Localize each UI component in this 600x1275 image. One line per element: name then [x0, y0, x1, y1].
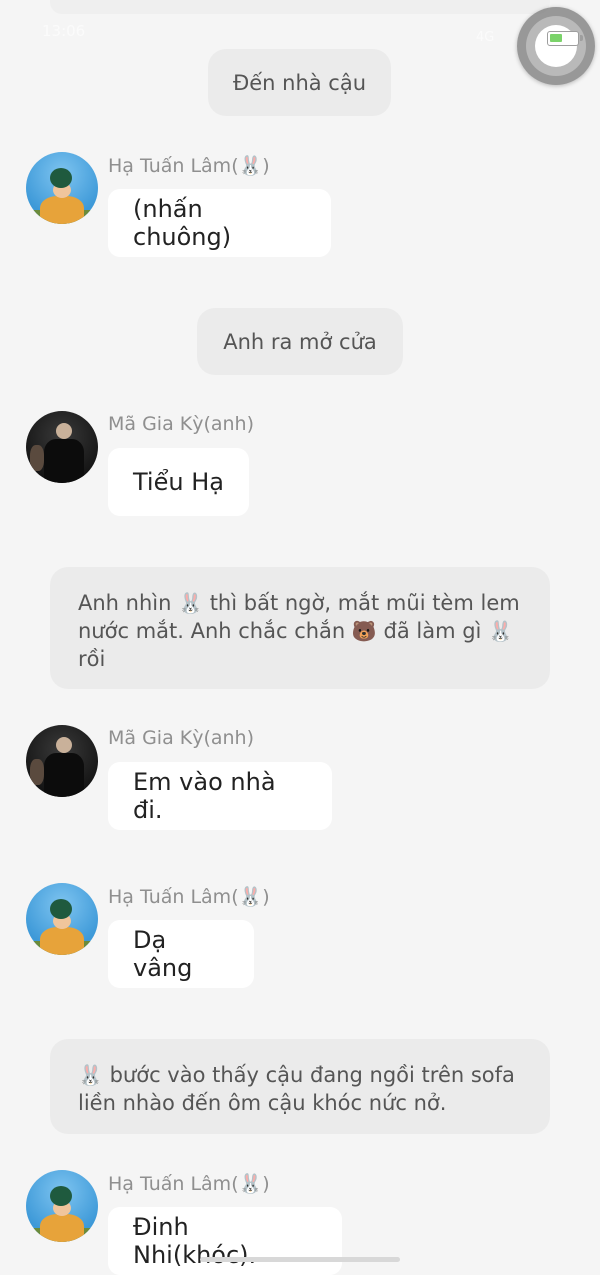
narration-card: 🐰 bước vào thấy cậu đang ngồi trên sofa …: [50, 1039, 550, 1134]
message-text: Tiểu Hạ: [133, 468, 224, 496]
message-bubble: Em vào nhà đi.: [108, 762, 332, 830]
chat-message: Hạ Tuấn Lâm(🐰) Dạ vâng: [0, 883, 600, 993]
bunny-icon: 🐰: [178, 591, 204, 615]
narration-line: nước mắt. Anh chắc chắn 🐻 đã làm gì 🐰: [78, 619, 513, 643]
narration-card: Đến nhà cậu: [208, 49, 391, 116]
sender-name: Mã Gia Kỳ(anh): [108, 727, 255, 749]
bunny-icon: 🐰: [488, 619, 513, 643]
avatar[interactable]: [26, 411, 98, 483]
narration-card: Anh nhìn 🐰 thì bất ngờ, mắt mũi tèm lem …: [50, 567, 550, 689]
chat-message: Mã Gia Kỳ(anh) Tiểu Hạ: [0, 411, 600, 521]
message-text: (nhấn chuông): [133, 195, 232, 251]
message-bubble: Dạ vâng: [108, 920, 254, 988]
message-bubble: Tiểu Hạ: [108, 448, 249, 516]
bear-icon: 🐻: [351, 619, 377, 643]
status-signal: 4G: [476, 30, 495, 45]
narration-card: Anh ra mở cửa: [197, 308, 403, 375]
battery-icon: [547, 31, 583, 46]
avatar[interactable]: [26, 725, 98, 797]
narration-text: Anh ra mở cửa: [223, 329, 377, 354]
narration-line: rồi: [78, 647, 106, 671]
bunny-icon: 🐰: [238, 155, 263, 177]
avatar[interactable]: [26, 152, 98, 224]
status-time: 13:06: [42, 22, 86, 40]
chat-message: Hạ Tuấn Lâm(🐰) Đinh Nhi(khóc).: [0, 1170, 600, 1275]
message-bubble: Đinh Nhi(khóc).: [108, 1207, 342, 1275]
narration-line: 🐰 bước vào thấy cậu đang ngồi trên sofa: [78, 1063, 515, 1087]
bunny-icon: 🐰: [238, 886, 263, 908]
bunny-icon: 🐰: [78, 1063, 103, 1087]
message-text: Em vào nhà đi.: [133, 768, 276, 824]
bunny-icon: 🐰: [238, 1173, 263, 1195]
sender-name: Mã Gia Kỳ(anh): [108, 413, 255, 435]
message-bubble: (nhấn chuông): [108, 189, 331, 257]
previous-narration-card: [50, 0, 550, 14]
avatar[interactable]: [26, 883, 98, 955]
narration-line: Anh nhìn 🐰 thì bất ngờ, mắt mũi tèm lem: [78, 591, 520, 615]
chat-message: Hạ Tuấn Lâm(🐰) (nhấn chuông): [0, 152, 600, 262]
assistive-touch-button[interactable]: [517, 7, 595, 85]
avatar[interactable]: [26, 1170, 98, 1242]
narration-text: Đến nhà cậu: [232, 70, 367, 95]
sender-name: Hạ Tuấn Lâm(🐰): [108, 1173, 270, 1195]
narration-line: liền nhào đến ôm cậu khóc nức nở.: [78, 1091, 447, 1115]
home-indicator[interactable]: [200, 1257, 400, 1262]
chat-message: Mã Gia Kỳ(anh) Em vào nhà đi.: [0, 725, 600, 835]
sender-name: Hạ Tuấn Lâm(🐰): [108, 155, 270, 177]
message-text: Dạ vâng: [133, 926, 193, 982]
sender-name: Hạ Tuấn Lâm(🐰): [108, 886, 270, 908]
